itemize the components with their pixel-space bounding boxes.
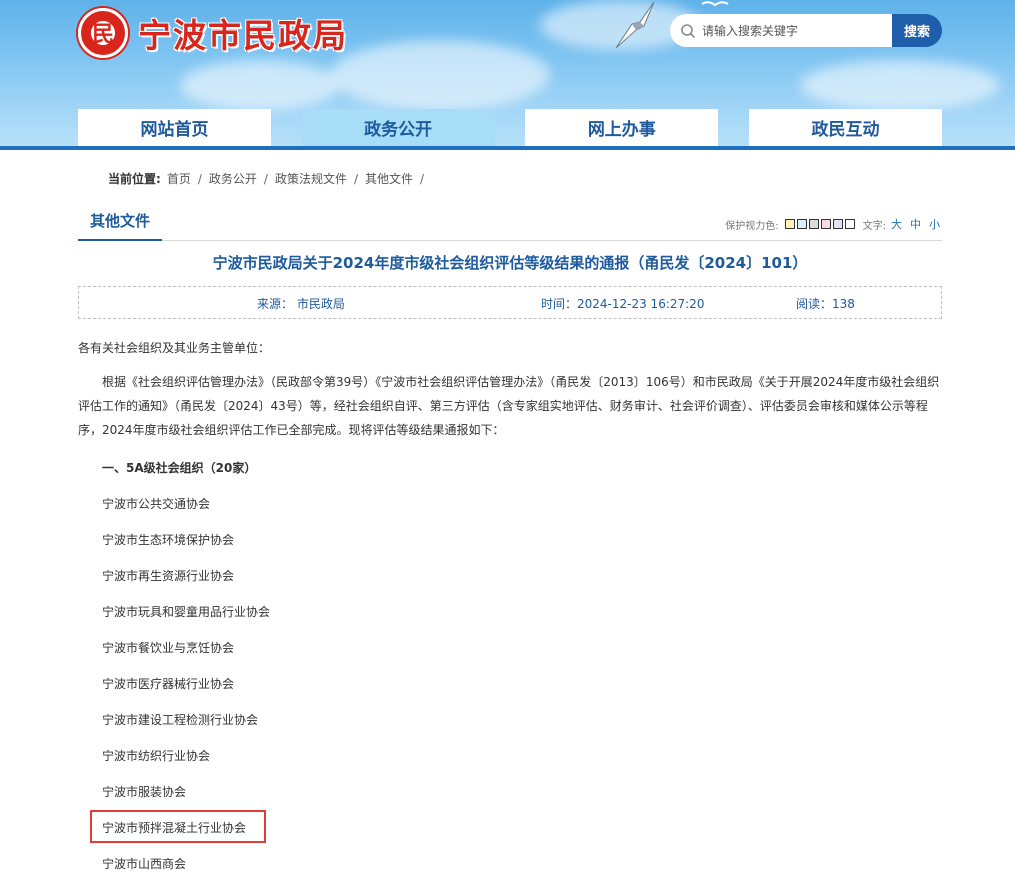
search-bar: 搜索 [670,14,942,47]
breadcrumb-separator: / [197,171,202,186]
eye-color-swatch-gray[interactable] [808,219,819,229]
article-reads: 阅读：138 [796,297,855,311]
highlight-annotation-box [90,810,266,843]
font-size-small[interactable]: 小 [929,216,940,232]
breadcrumb-other-documents[interactable]: 其他文件 [365,170,413,187]
article-meta: 来源： 市民政局 时间：2024-12-23 16:27:20 阅读：138 [78,286,942,319]
list-item: 宁波市生态环境保护协会 [102,533,235,547]
section-heading: 一、5A级社会组织（20家） [102,461,257,475]
article-title: 宁波市民政局关于2024年度市级社会组织评估等级结果的通报（甬民发〔2024〕1… [212,254,808,272]
eye-protect-label: 保护视力色: [725,220,779,232]
list-item: 宁波市医疗器械行业协会 [102,677,235,691]
font-size-medium[interactable]: 中 [910,216,921,232]
eye-color-swatch-blue[interactable] [796,219,807,229]
nav-item-online-services[interactable]: 网上办事 [525,109,719,146]
breadcrumb-government-affairs[interactable]: 政务公开 [209,170,257,187]
seagull-icon [615,1,655,49]
site-name: 宁波市民政局 [138,16,348,55]
font-size-label: 文字: [862,220,886,232]
column-bar: 其他文件 保护视力色: 文字: 大 中 小 [78,202,942,241]
breadcrumb-separator: / [420,171,425,186]
search-field-wrap [670,14,892,47]
civil-affairs-emblem-icon: 民 [78,8,128,58]
list-item: 宁波市再生资源行业协会 [102,569,235,583]
search-input[interactable] [702,15,892,46]
breadcrumb: 当前位置: 首页 / 政务公开 / 政策法规文件 / 其他文件 / [108,170,431,187]
article-paragraph: 根据《社会组织评估管理办法》（民政部令第39号）《宁波市社会组织评估管理办法》（… [78,375,940,437]
list-item: 宁波市建设工程检测行业协会 [102,713,259,727]
breadcrumb-separator: / [353,171,358,186]
nav-item-interaction[interactable]: 政民互动 [748,109,942,146]
eye-color-swatch-pink[interactable] [820,219,831,229]
article-salutation: 各有关社会组织及其业务主管单位： [78,341,271,355]
breadcrumb-home[interactable]: 首页 [167,170,191,187]
list-item: 宁波市服装协会 [102,785,187,799]
site-header: 民 宁波市民政局 搜索 网站首页 政务公开 网上办事 政民互动 [0,0,1015,150]
article-time: 时间：2024-12-23 16:27:20 [541,297,705,311]
eye-color-swatch-purple[interactable] [832,219,843,229]
list-item: 宁波市餐饮业与烹饪协会 [102,641,235,655]
cloud-decoration [180,60,340,110]
cloud-decoration [330,40,550,110]
breadcrumb-separator: / [263,171,268,186]
breadcrumb-label: 当前位置: [108,172,161,186]
header-divider [0,146,1015,150]
search-button[interactable]: 搜索 [892,14,942,47]
reading-tools: 保护视力色: 文字: 大 中 小 [725,216,940,232]
breadcrumb-policy-documents[interactable]: 政策法规文件 [275,170,347,187]
main-nav: 网站首页 政务公开 网上办事 政民互动 [78,109,942,146]
column-tab-other-documents[interactable]: 其他文件 [78,202,163,241]
site-logo[interactable]: 民 宁波市民政局 [78,8,348,58]
list-item: 宁波市纺织行业协会 [102,749,211,763]
seagull-icon [701,1,729,7]
article-source: 来源： 市民政局 [257,297,345,311]
list-item: 宁波市山西商会 [102,857,187,871]
nav-item-government-affairs[interactable]: 政务公开 [301,109,495,146]
eye-color-swatch-yellow[interactable] [784,219,795,229]
search-icon [681,23,696,38]
list-item: 宁波市玩具和婴童用品行业协会 [102,605,271,619]
nav-item-home[interactable]: 网站首页 [78,109,271,146]
eye-color-swatch-white[interactable] [844,219,855,229]
cloud-decoration [800,60,1000,110]
list-item: 宁波市公共交通协会 [102,497,211,511]
font-size-large[interactable]: 大 [891,216,902,232]
